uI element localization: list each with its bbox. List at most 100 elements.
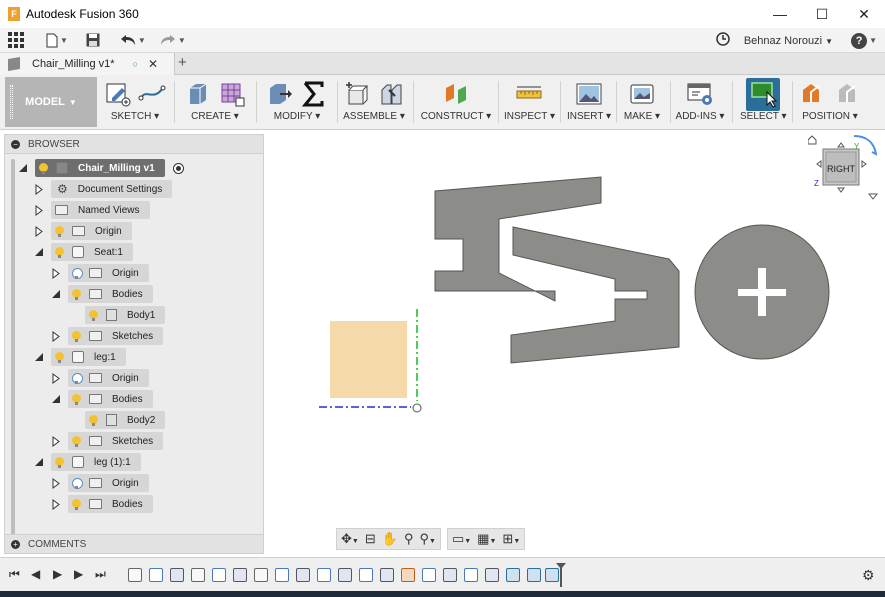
timeline-sketch-icon[interactable]: [464, 568, 478, 582]
timeline-joint-icon[interactable]: [401, 568, 415, 582]
zoom-icon[interactable]: ⚲: [404, 531, 414, 547]
tree-row-leg-bodies[interactable]: Bodies: [52, 390, 153, 408]
assemble-group[interactable]: ASSEMBLE ▾: [342, 77, 406, 127]
close-window-button[interactable]: ✕: [843, 0, 885, 28]
visibility-bulb-icon[interactable]: [55, 246, 64, 258]
expand-arrow-icon[interactable]: [52, 290, 60, 298]
expand-arrow-icon[interactable]: [35, 248, 43, 256]
timeline-extrude-icon[interactable]: [170, 568, 184, 582]
expand-arrow-icon[interactable]: [52, 498, 60, 510]
visibility-bulb-icon[interactable]: [72, 267, 83, 279]
model-canvas[interactable]: [265, 131, 885, 555]
timeline-move-icon[interactable]: [506, 568, 520, 582]
visibility-bulb-icon[interactable]: [72, 435, 81, 447]
minimize-button[interactable]: —: [759, 0, 801, 28]
tree-row-leg-origin[interactable]: Origin: [52, 369, 149, 387]
go-to-start-icon[interactable]: ⏮: [9, 567, 20, 582]
tree-row-seat[interactable]: Seat:1: [35, 243, 133, 261]
timeline-extrude-icon[interactable]: [380, 568, 394, 582]
expand-arrow-icon[interactable]: [35, 204, 43, 216]
new-tab-button[interactable]: +: [178, 54, 187, 71]
timeline-extrude-icon[interactable]: [233, 568, 247, 582]
pan-hand-icon[interactable]: ✋: [382, 531, 398, 547]
redo-button[interactable]: ▼: [160, 29, 186, 51]
visibility-bulb-icon[interactable]: [72, 288, 81, 300]
collapse-browser-icon[interactable]: −: [11, 139, 20, 149]
timeline-settings-gear-icon[interactable]: ⚙: [862, 567, 875, 584]
tree-scroll-track[interactable]: [11, 159, 15, 535]
add-ins-group[interactable]: ADD-INS ▾: [674, 77, 726, 127]
visibility-bulb-icon[interactable]: [55, 351, 64, 363]
user-account-menu[interactable]: Behnaz Norouzi ▼: [744, 35, 833, 47]
timeline-move-icon[interactable]: [527, 568, 541, 582]
tree-row-document-settings[interactable]: ⚙ Document Settings: [35, 180, 173, 198]
data-panel-grid-icon[interactable]: [8, 29, 24, 51]
select-group[interactable]: SELECT ▾: [740, 77, 787, 127]
timeline-component-icon[interactable]: [191, 568, 205, 582]
visibility-bulb-icon[interactable]: [89, 414, 98, 426]
visibility-bulb-icon[interactable]: [72, 498, 81, 510]
expand-arrow-icon[interactable]: [52, 372, 60, 384]
job-status-clock-icon[interactable]: [716, 32, 730, 49]
expand-comments-icon[interactable]: +: [11, 539, 20, 549]
timeline-sketch-icon[interactable]: [275, 568, 289, 582]
timeline-extrude-icon[interactable]: [296, 568, 310, 582]
sketch-group[interactable]: SKETCH ▾: [103, 77, 167, 127]
timeline-extrude-icon[interactable]: [485, 568, 499, 582]
browser-header[interactable]: − BROWSER: [5, 135, 263, 154]
orbit-icon[interactable]: ✥▼: [341, 531, 359, 547]
expand-arrow-icon[interactable]: [35, 183, 43, 195]
timeline-marker[interactable]: [556, 563, 566, 587]
timeline-sketch-icon[interactable]: [212, 568, 226, 582]
document-tab[interactable]: Chair_Milling v1* ○ ✕: [0, 53, 175, 75]
visibility-bulb-icon[interactable]: [72, 477, 83, 489]
expand-arrow-icon[interactable]: [52, 267, 60, 279]
construct-group[interactable]: CONSTRUCT ▾: [420, 77, 492, 127]
timeline-extrude-icon[interactable]: [338, 568, 352, 582]
timeline-move-icon[interactable]: [545, 568, 559, 582]
tree-row-seat-sketches[interactable]: Sketches: [52, 327, 164, 345]
inspect-group[interactable]: INSPECT ▾: [504, 77, 555, 127]
select-tool-button[interactable]: [746, 77, 780, 111]
tree-row-seat-bodies[interactable]: Bodies: [52, 285, 153, 303]
expand-arrow-icon[interactable]: [35, 225, 43, 237]
tree-row-leg2-bodies[interactable]: Bodies: [52, 495, 153, 513]
go-to-end-icon[interactable]: ⏭: [95, 567, 106, 582]
timeline-sketch-icon[interactable]: [359, 568, 373, 582]
fit-zoom-icon[interactable]: ⚲▼: [419, 531, 435, 547]
activate-radio-icon[interactable]: [172, 162, 184, 174]
grid-settings-icon[interactable]: ▦▼: [477, 531, 496, 547]
expand-arrow-icon[interactable]: [35, 458, 43, 466]
visibility-bulb-icon[interactable]: [72, 330, 81, 342]
visibility-bulb-icon[interactable]: [55, 456, 64, 468]
visibility-bulb-icon[interactable]: [39, 162, 48, 174]
expand-arrow-icon[interactable]: [35, 353, 43, 361]
expand-arrow-icon[interactable]: [52, 330, 60, 342]
tree-row-leg2[interactable]: leg (1):1: [35, 453, 141, 471]
insert-group[interactable]: INSERT ▾: [566, 77, 612, 127]
modify-group[interactable]: MODIFY ▾: [262, 77, 332, 127]
view-cube[interactable]: RIGHT Y Z: [807, 134, 883, 204]
tree-row-body1[interactable]: Body1: [85, 306, 166, 324]
expand-arrow-icon[interactable]: [52, 435, 60, 447]
save-button[interactable]: [86, 29, 100, 51]
expand-arrow-icon[interactable]: [52, 395, 60, 403]
visibility-bulb-icon[interactable]: [55, 225, 64, 237]
canvas-viewport[interactable]: [265, 131, 885, 555]
visibility-bulb-icon[interactable]: [89, 309, 98, 321]
tree-row-named-views[interactable]: Named Views: [35, 201, 150, 219]
file-menu-button[interactable]: ▼: [46, 29, 68, 51]
tree-row-leg-sketches[interactable]: Sketches: [52, 432, 164, 450]
tree-row-body2[interactable]: Body2: [85, 411, 166, 429]
create-group[interactable]: CREATE ▾: [180, 77, 250, 127]
tree-row-origin[interactable]: Origin: [35, 222, 132, 240]
help-button[interactable]: ? ▼: [851, 32, 877, 49]
maximize-button[interactable]: ☐: [801, 0, 843, 28]
workspace-switcher[interactable]: MODEL ▼: [5, 77, 97, 127]
display-settings-icon[interactable]: ▭▼: [452, 531, 471, 547]
tree-row-leg2-origin[interactable]: Origin: [52, 474, 149, 492]
step-back-icon[interactable]: ◀: [31, 567, 40, 581]
timeline-extrude-icon[interactable]: [443, 568, 457, 582]
timeline-component-icon[interactable]: [254, 568, 268, 582]
tree-row-seat-origin[interactable]: Origin: [52, 264, 149, 282]
